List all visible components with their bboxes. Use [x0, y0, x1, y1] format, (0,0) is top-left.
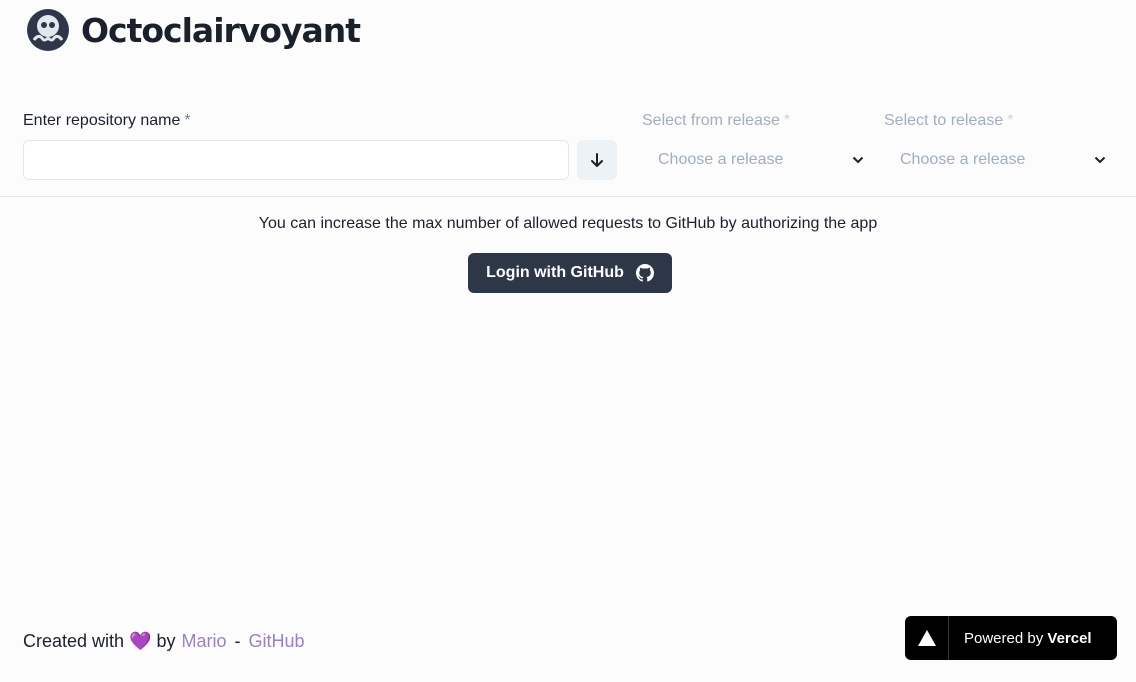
submit-repo-button[interactable]	[577, 140, 617, 180]
powered-by-text: Powered by	[964, 629, 1044, 647]
release-form: Enter repository name * Select from relea…	[23, 108, 1116, 188]
divider	[0, 196, 1136, 197]
repo-label: Enter repository name *	[23, 112, 191, 130]
required-mark: *	[184, 112, 191, 129]
github-icon	[635, 264, 654, 282]
octocat-logo-icon	[23, 8, 73, 52]
footer-by: by	[156, 631, 176, 651]
chevron-down-icon	[1094, 156, 1106, 164]
repository-input[interactable]	[23, 140, 569, 180]
login-github-button[interactable]: Login with GitHub	[468, 253, 672, 293]
repo-label-text: Enter repository name	[23, 112, 181, 129]
to-release-label-text: Select to release	[884, 112, 1004, 129]
to-release-select[interactable]: Choose a release	[884, 140, 1106, 180]
login-button-label: Login with GitHub	[486, 264, 624, 281]
powered-by-vercel-badge[interactable]: Powered by Vercel	[905, 616, 1117, 660]
required-mark: *	[783, 112, 791, 129]
chevron-down-icon	[852, 156, 864, 164]
footer-separator: -	[234, 631, 241, 651]
to-release-label: Select to release *	[884, 112, 1013, 130]
to-release-placeholder: Choose a release	[900, 151, 1026, 168]
vercel-badge-text: Powered by Vercel	[949, 630, 1092, 647]
vercel-triangle-icon	[905, 616, 949, 660]
required-mark: *	[1007, 112, 1014, 129]
vercel-brand: Vercel	[1047, 629, 1092, 647]
app-header: Octoclairvoyant	[23, 8, 361, 52]
from-release-placeholder: Choose a release	[658, 151, 784, 168]
github-repo-link[interactable]: GitHub	[249, 631, 305, 652]
heart-icon: 💜	[129, 631, 152, 651]
footer-created-with: Created with	[23, 631, 125, 651]
arrow-down-icon	[591, 153, 603, 167]
auth-notice: You can increase the max number of allow…	[258, 215, 878, 232]
page-title: Octoclairvoyant	[81, 10, 361, 50]
from-release-select[interactable]: Choose a release	[642, 140, 864, 180]
footer: Created with 💜 by Mario - GitHub	[23, 631, 305, 652]
from-release-label-text: Select from release	[642, 112, 780, 129]
from-release-label: Select from release *	[642, 112, 790, 130]
author-link[interactable]: Mario	[182, 631, 227, 652]
